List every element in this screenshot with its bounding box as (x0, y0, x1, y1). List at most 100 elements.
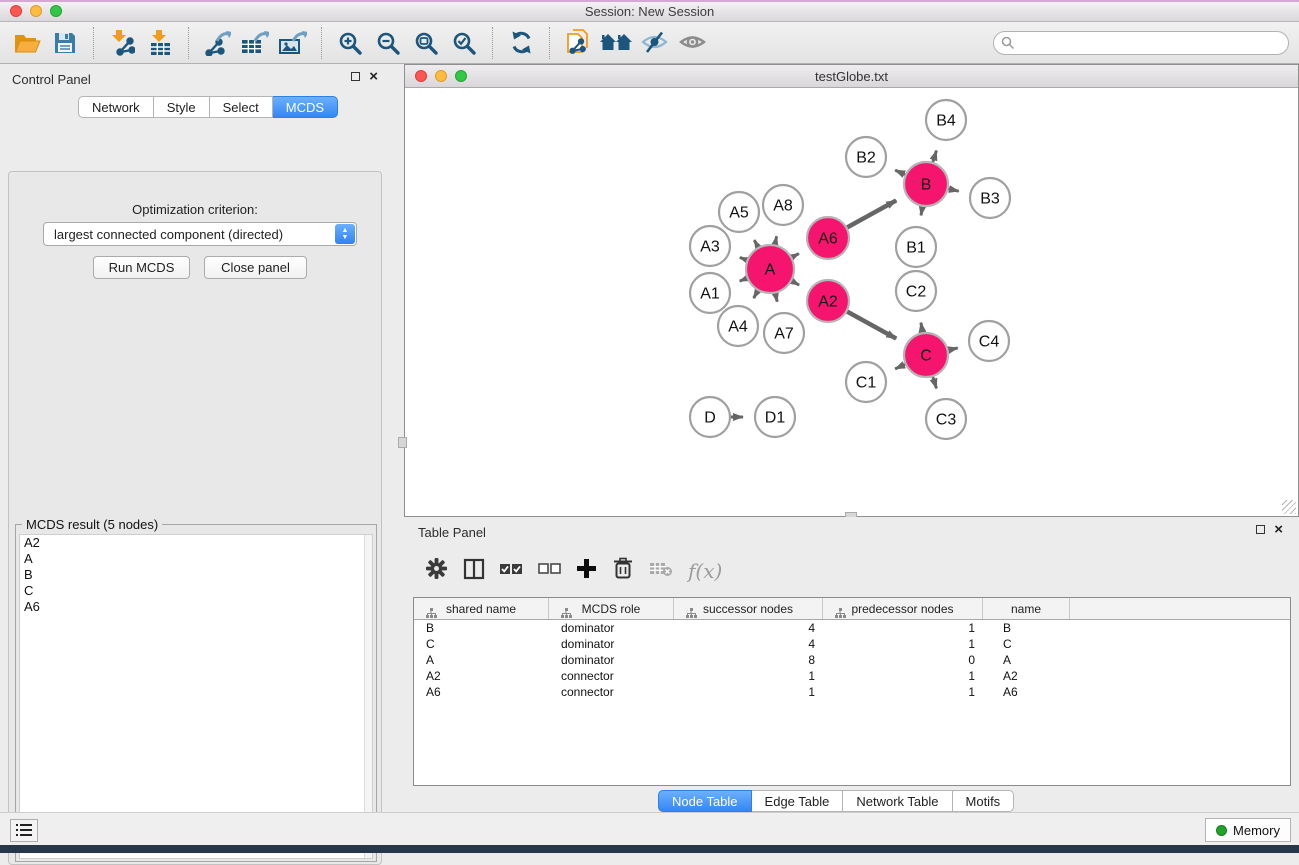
settings-button[interactable] (425, 557, 448, 585)
import-network-button[interactable] (103, 24, 141, 62)
graph-edge-A-A3[interactable] (740, 257, 747, 260)
hide-graphics-button[interactable] (635, 24, 673, 62)
task-history-button[interactable] (10, 819, 38, 842)
deselect-all-button[interactable] (538, 562, 561, 580)
zoom-out-button[interactable] (369, 24, 407, 62)
column-header-name[interactable]: name (983, 598, 1070, 619)
show-graphics-button[interactable] (673, 24, 711, 62)
graph-edge-C-C4[interactable] (948, 348, 957, 350)
graph-node-B4[interactable]: B4 (926, 100, 966, 140)
graph-edge-B-B4[interactable] (933, 151, 937, 163)
graph-edge-A-A5[interactable] (754, 240, 758, 247)
search-input[interactable] (993, 31, 1289, 55)
graph-node-C3[interactable]: C3 (926, 399, 966, 439)
zoom-fit-button[interactable] (407, 24, 445, 62)
table-row[interactable]: A6connector11A6 (414, 684, 1290, 700)
graph-edge-B-B1[interactable] (921, 207, 922, 216)
delete-row-button[interactable] (612, 557, 634, 585)
tab-node-table[interactable]: Node Table (658, 790, 752, 812)
table-row[interactable]: A2connector11A2 (414, 668, 1290, 684)
graph-node-C[interactable]: C (904, 333, 948, 377)
graph-edge-A-A4[interactable] (754, 291, 758, 298)
graph-node-C2[interactable]: C2 (896, 271, 936, 311)
float-table-panel-icon[interactable] (1256, 525, 1265, 534)
toggle-column-button[interactable] (463, 558, 485, 585)
float-panel-icon[interactable] (351, 72, 360, 81)
table-row[interactable]: Bdominator41B (414, 620, 1290, 636)
graph-edge-A-A8[interactable] (775, 236, 777, 244)
network-canvas[interactable]: B4B2BB3A8A5A6A3B1AA1C2A2A4A7C4CC1DD1C3 (405, 88, 1298, 516)
graph-node-A8[interactable]: A8 (763, 185, 803, 225)
graph-node-A6[interactable]: A6 (807, 217, 849, 259)
graph-node-D[interactable]: D (690, 397, 730, 437)
graph-edge-A-A2[interactable] (792, 281, 799, 285)
result-item[interactable]: A2 (20, 535, 372, 551)
tab-style[interactable]: Style (154, 96, 210, 118)
graph-edge-B-B2[interactable] (895, 170, 905, 174)
open-folder-button[interactable] (8, 24, 46, 62)
zoom-in-button[interactable] (331, 24, 369, 62)
result-item[interactable]: B (20, 567, 372, 583)
criterion-dropdown[interactable]: largest connected component (directed) ▲… (43, 222, 357, 246)
function-builder-button[interactable]: f(x) (688, 559, 722, 583)
graph-node-C4[interactable]: C4 (969, 321, 1009, 361)
resize-grip[interactable] (1282, 500, 1296, 514)
graph-edge-B-B3[interactable] (948, 189, 958, 191)
table-row[interactable]: Adominator80A (414, 652, 1290, 668)
export-table-button[interactable] (236, 24, 274, 62)
run-mcds-button[interactable]: Run MCDS (93, 256, 190, 279)
result-item[interactable]: C (20, 583, 372, 599)
refresh-view-button[interactable] (502, 24, 540, 62)
save-session-button[interactable] (46, 24, 84, 62)
tab-network[interactable]: Network (78, 96, 154, 118)
mcds-result-list[interactable]: A2ABCA6 (19, 534, 373, 859)
export-network-button[interactable] (198, 24, 236, 62)
graph-node-C1[interactable]: C1 (846, 362, 886, 402)
graph-edge-C-C2[interactable] (921, 323, 923, 333)
graph-node-A3[interactable]: A3 (690, 226, 730, 266)
graph-edge-A-A6[interactable] (792, 254, 799, 258)
network-graph[interactable]: B4B2BB3A8A5A6A3B1AA1C2A2A4A7C4CC1DD1C3 (405, 88, 1298, 516)
graph-edge-C-C1[interactable] (895, 364, 905, 368)
graph-node-B3[interactable]: B3 (970, 178, 1010, 218)
import-table-button[interactable] (141, 24, 179, 62)
tab-network-table[interactable]: Network Table (843, 790, 952, 812)
column-header-shared-name[interactable]: shared name (414, 598, 549, 619)
network-from-file-button[interactable] (559, 24, 597, 62)
graph-node-A2[interactable]: A2 (807, 280, 849, 322)
vertical-split-handle[interactable] (398, 437, 407, 448)
graph-node-A1[interactable]: A1 (690, 273, 730, 313)
table-row[interactable]: Cdominator41C (414, 636, 1290, 652)
graph-node-B1[interactable]: B1 (896, 227, 936, 267)
graph-node-B[interactable]: B (904, 162, 948, 206)
graph-edge-A-A1[interactable] (740, 278, 747, 281)
graph-node-D1[interactable]: D1 (755, 397, 795, 437)
memory-button[interactable]: Memory (1205, 818, 1291, 842)
export-image-button[interactable] (274, 24, 312, 62)
result-item[interactable]: A6 (20, 599, 372, 615)
result-item[interactable]: A (20, 551, 372, 567)
delete-table-button[interactable] (649, 561, 673, 582)
graph-node-A[interactable]: A (746, 245, 794, 293)
column-header-MCDS-role[interactable]: MCDS role (549, 598, 674, 619)
tab-edge-table[interactable]: Edge Table (752, 790, 844, 812)
graph-edge-A6-B[interactable] (847, 200, 896, 227)
add-row-button[interactable] (576, 558, 597, 584)
close-table-panel-icon[interactable]: × (1274, 525, 1283, 534)
close-panel-icon[interactable]: × (369, 72, 378, 81)
close-panel-button[interactable]: Close panel (204, 256, 307, 279)
graph-node-B2[interactable]: B2 (846, 137, 886, 177)
tab-motifs[interactable]: Motifs (953, 790, 1015, 812)
result-scrollbar[interactable] (364, 535, 372, 858)
select-all-button[interactable] (500, 562, 523, 580)
column-header-successor-nodes[interactable]: successor nodes (674, 598, 823, 619)
graph-edge-C-C3[interactable] (933, 377, 937, 389)
tab-mcds[interactable]: MCDS (273, 96, 338, 118)
column-header-predecessor-nodes[interactable]: predecessor nodes (823, 598, 983, 619)
graph-node-A7[interactable]: A7 (764, 313, 804, 353)
graph-node-A5[interactable]: A5 (719, 192, 759, 232)
graph-edge-A2-C[interactable] (847, 312, 896, 339)
tab-select[interactable]: Select (210, 96, 273, 118)
graph-edge-A-A7[interactable] (775, 293, 777, 301)
zoom-selected-button[interactable] (445, 24, 483, 62)
